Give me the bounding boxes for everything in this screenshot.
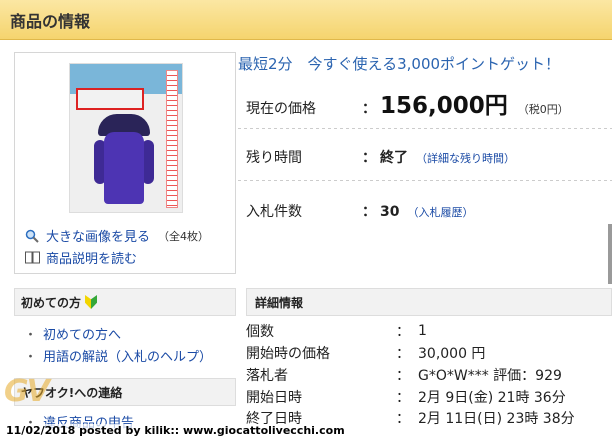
price-row: 現在の価格 ： 156,000円 （税0円）: [246, 86, 612, 120]
section-header: 商品の情報: [0, 0, 612, 40]
magnifier-icon: [24, 228, 40, 244]
divider: [238, 180, 612, 181]
details-header: 詳細情報: [246, 288, 612, 316]
remaining-colon: ：: [362, 150, 376, 166]
detail-row-start-time: 開始日時 ： 2月 9日(金) 21時 36分: [246, 386, 612, 408]
bid-history-link[interactable]: （入札履歴）: [407, 204, 473, 220]
enlarge-image-row: 大きな画像を見る （全4枚）: [24, 226, 209, 245]
bids-colon: ：: [362, 204, 376, 220]
tax-note: （税0円）: [517, 103, 569, 116]
section-title: 商品の情報: [10, 11, 91, 31]
read-description-link[interactable]: 商品説明を読む: [46, 248, 137, 267]
points-promo-link[interactable]: 最短2分 今すぐ使える3,000ポイントゲット！: [238, 53, 560, 74]
beginner-mark-icon: [85, 295, 98, 309]
beginner-title: 初めての方: [21, 295, 82, 310]
sidebar-item-glossary[interactable]: ・ 用語の解説（入札のヘルプ）: [14, 344, 236, 366]
detail-colon: ：: [396, 346, 410, 362]
detail-row-start-price: 開始時の価格 ： 30,000 円: [246, 342, 612, 364]
bullet-icon: ・: [24, 327, 38, 343]
detail-label: 開始日時: [246, 390, 302, 406]
image-count: （全4枚）: [158, 229, 210, 243]
sidebar-item-label: 初めての方へ: [43, 327, 122, 343]
help-sidebar: 初めての方 ・ 初めての方へ ・ 用語の解説（入札のヘルプ） ヤフオク!への連絡…: [14, 288, 236, 438]
book-icon: [24, 250, 40, 266]
remaining-time-row: 残り時間 ： 終了 （詳細な残り時間）: [246, 147, 612, 167]
detail-colon: ：: [396, 390, 410, 406]
price-colon: ：: [362, 101, 376, 117]
detail-row-winner: 落札者 ： G*O*W*** 評価：929: [246, 364, 612, 386]
detail-colon: ：: [396, 324, 410, 340]
sidebar-item-label: 用語の解説（入札のヘルプ）: [43, 349, 213, 365]
footer-caption: 11/02/2018 posted by kilik:: www.giocatt…: [6, 424, 345, 437]
bid-count-row: 入札件数 ： 30 （入札履歴）: [246, 201, 612, 221]
detail-value: 30,000 円: [418, 346, 486, 362]
figure-body: [104, 132, 144, 204]
scrollbar-thumb[interactable]: [608, 224, 612, 284]
detail-label: 落札者: [246, 368, 288, 384]
price-label: 現在の価格: [246, 101, 316, 117]
beginner-panel-header: 初めての方: [14, 288, 236, 316]
detail-value: G*O*W*** 評価：929: [418, 368, 562, 384]
detail-value: 1: [418, 323, 427, 339]
package-label: [76, 88, 144, 110]
item-photo[interactable]: [69, 63, 183, 213]
detail-colon: ：: [396, 411, 410, 427]
remaining-detail-link[interactable]: （詳細な残り時間）: [416, 150, 515, 166]
bullet-icon: ・: [24, 349, 38, 365]
divider: [238, 128, 612, 129]
remaining-label: 残り時間: [246, 150, 302, 166]
current-price: 156,000円: [380, 93, 508, 119]
detail-value: 2月 9日(金) 21時 36分: [418, 390, 566, 406]
description-row: 商品説明を読む: [24, 248, 137, 267]
site-watermark-logo: GV: [4, 374, 50, 409]
detail-label: 個数: [246, 324, 274, 340]
bid-count: 30: [380, 204, 400, 220]
sidebar-item-first-time[interactable]: ・ 初めての方へ: [14, 322, 236, 344]
details-title: 詳細情報: [255, 295, 304, 310]
detail-colon: ：: [396, 368, 410, 384]
remaining-value: 終了: [380, 150, 408, 166]
measuring-ruler: [166, 70, 178, 208]
bids-label: 入札件数: [246, 204, 302, 220]
detail-row-quantity: 個数 ： 1: [246, 320, 612, 342]
enlarge-image-link[interactable]: 大きな画像を見る: [46, 226, 150, 245]
detail-value: 2月 11日(日) 23時 38分: [418, 411, 575, 427]
detail-label: 開始時の価格: [246, 346, 330, 362]
